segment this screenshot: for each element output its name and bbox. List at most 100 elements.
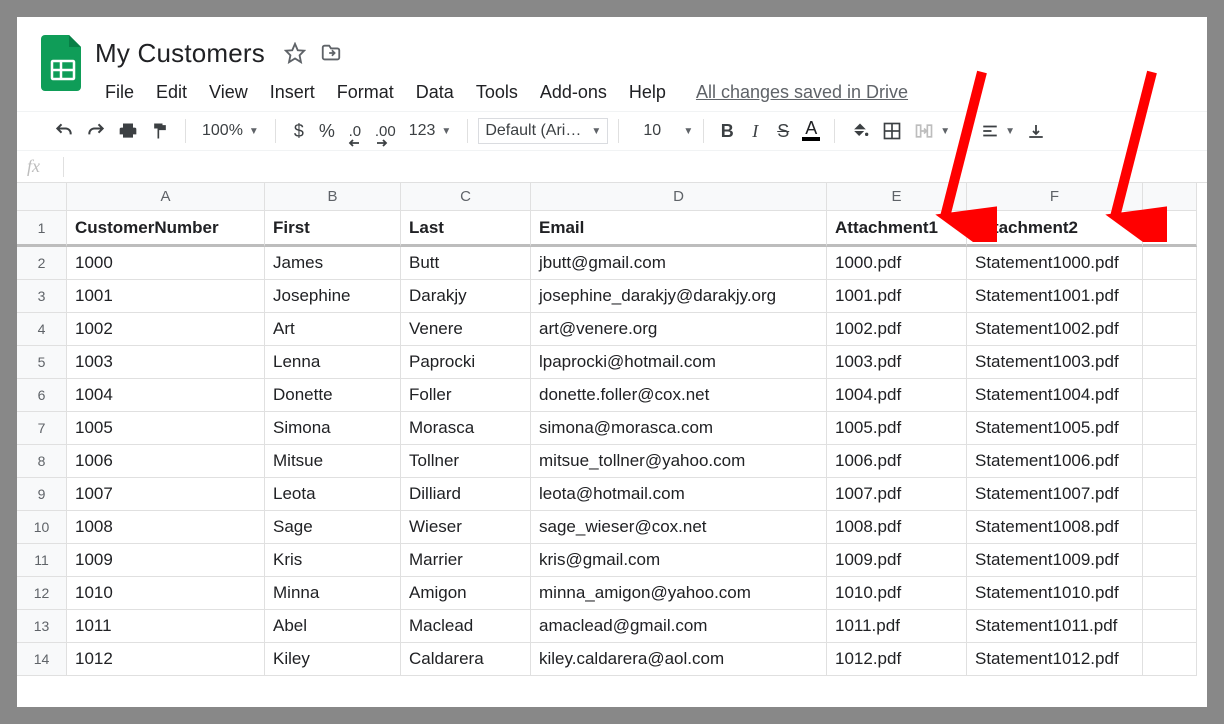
cell[interactable]: amaclead@gmail.com (531, 610, 827, 643)
format-percent-button[interactable]: % (314, 118, 340, 144)
cell[interactable]: sage_wieser@cox.net (531, 511, 827, 544)
cell[interactable]: Venere (401, 313, 531, 346)
cell[interactable]: Statement1004.pdf (967, 379, 1143, 412)
cell[interactable]: Mitsue (265, 445, 401, 478)
column-header[interactable]: F (967, 183, 1143, 211)
cell[interactable]: 1002.pdf (827, 313, 967, 346)
document-title[interactable]: My Customers (95, 38, 277, 69)
cell[interactable]: 1003 (67, 346, 265, 379)
cell[interactable]: Simona (265, 412, 401, 445)
row-header[interactable]: 4 (17, 313, 67, 346)
cell[interactable]: 1004 (67, 379, 265, 412)
column-header[interactable]: A (67, 183, 265, 211)
cell[interactable]: Attachment2 (967, 211, 1143, 247)
horizontal-align-button[interactable]: ▼ (976, 118, 1020, 144)
borders-button[interactable] (877, 118, 907, 144)
row-header[interactable]: 3 (17, 280, 67, 313)
italic-button[interactable]: I (742, 118, 768, 144)
cell[interactable] (1143, 577, 1197, 610)
cell[interactable]: mitsue_tollner@yahoo.com (531, 445, 827, 478)
row-header[interactable]: 14 (17, 643, 67, 676)
cell[interactable]: Leota (265, 478, 401, 511)
format-currency-button[interactable]: $ (286, 118, 312, 144)
cell[interactable] (1143, 313, 1197, 346)
cell[interactable]: Marrier (401, 544, 531, 577)
text-color-button[interactable]: A (798, 121, 824, 141)
cell[interactable]: Josephine (265, 280, 401, 313)
row-header[interactable]: 8 (17, 445, 67, 478)
cell[interactable] (1143, 544, 1197, 577)
cell[interactable]: Abel (265, 610, 401, 643)
cell[interactable]: Kiley (265, 643, 401, 676)
cell[interactable]: Art (265, 313, 401, 346)
cell[interactable] (1143, 445, 1197, 478)
zoom-dropdown[interactable]: 100% ▼ (196, 122, 265, 140)
menu-view[interactable]: View (199, 78, 258, 107)
cell[interactable]: 1010 (67, 577, 265, 610)
cell[interactable]: Paprocki (401, 346, 531, 379)
cell[interactable]: First (265, 211, 401, 247)
cell[interactable]: Sage (265, 511, 401, 544)
cell[interactable]: 1007 (67, 478, 265, 511)
cell[interactable]: 1010.pdf (827, 577, 967, 610)
cell[interactable]: Statement1001.pdf (967, 280, 1143, 313)
menu-edit[interactable]: Edit (146, 78, 197, 107)
cell[interactable]: 1012.pdf (827, 643, 967, 676)
cell[interactable] (1143, 511, 1197, 544)
cell[interactable]: Minna (265, 577, 401, 610)
more-formats-dropdown[interactable]: 123 ▼ (403, 122, 458, 140)
row-header[interactable]: 1 (17, 211, 67, 247)
row-header[interactable]: 11 (17, 544, 67, 577)
cell[interactable]: 1001.pdf (827, 280, 967, 313)
column-header[interactable]: E (827, 183, 967, 211)
cell[interactable]: 1006.pdf (827, 445, 967, 478)
formula-input[interactable] (72, 154, 1207, 180)
cell[interactable]: Foller (401, 379, 531, 412)
cell[interactable]: 1006 (67, 445, 265, 478)
undo-button[interactable] (49, 118, 79, 144)
cell[interactable]: Statement1007.pdf (967, 478, 1143, 511)
cell[interactable]: Butt (401, 247, 531, 280)
cell[interactable]: simona@morasca.com (531, 412, 827, 445)
strikethrough-button[interactable]: S (770, 118, 796, 144)
cell[interactable]: 1008 (67, 511, 265, 544)
cell[interactable] (1143, 412, 1197, 445)
cell[interactable] (1143, 211, 1197, 247)
cell[interactable] (1143, 610, 1197, 643)
column-header[interactable]: B (265, 183, 401, 211)
cell[interactable]: Attachment1 (827, 211, 967, 247)
row-header[interactable]: 10 (17, 511, 67, 544)
column-header[interactable]: C (401, 183, 531, 211)
cell[interactable]: 1009.pdf (827, 544, 967, 577)
increase-decimal-button[interactable]: .00 (370, 118, 401, 144)
cell[interactable]: Statement1010.pdf (967, 577, 1143, 610)
font-size-input[interactable] (629, 118, 675, 144)
move-to-folder-icon[interactable] (317, 39, 345, 67)
star-icon[interactable] (281, 39, 309, 67)
cell[interactable]: Dilliard (401, 478, 531, 511)
cell[interactable] (1143, 379, 1197, 412)
cell[interactable]: kris@gmail.com (531, 544, 827, 577)
cell[interactable]: art@venere.org (531, 313, 827, 346)
menu-addons[interactable]: Add-ons (530, 78, 617, 107)
row-header[interactable]: 12 (17, 577, 67, 610)
cell[interactable] (1143, 280, 1197, 313)
cell[interactable]: 1009 (67, 544, 265, 577)
cell[interactable] (1143, 247, 1197, 280)
cell[interactable]: 1005.pdf (827, 412, 967, 445)
vertical-align-button[interactable] (1022, 118, 1050, 144)
menu-insert[interactable]: Insert (260, 78, 325, 107)
cell[interactable]: 1011.pdf (827, 610, 967, 643)
cell[interactable]: Donette (265, 379, 401, 412)
decrease-decimal-button[interactable]: .0 (342, 118, 368, 144)
merge-cells-button[interactable]: ▼ (909, 118, 955, 144)
print-button[interactable] (113, 118, 143, 144)
chevron-down-icon[interactable]: ▼ (683, 126, 693, 137)
cell[interactable]: 1007.pdf (827, 478, 967, 511)
cell[interactable]: 1001 (67, 280, 265, 313)
row-header[interactable]: 13 (17, 610, 67, 643)
cell[interactable]: Amigon (401, 577, 531, 610)
cell[interactable]: 1002 (67, 313, 265, 346)
cell[interactable]: Kris (265, 544, 401, 577)
menu-format[interactable]: Format (327, 78, 404, 107)
